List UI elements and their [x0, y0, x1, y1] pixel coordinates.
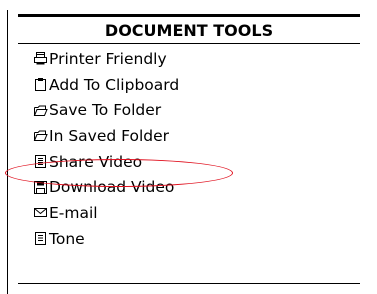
menu-item-label: Save To Folder: [49, 101, 162, 120]
menu-item-share-video[interactable]: Share Video: [33, 149, 179, 175]
panel-left-border: [7, 10, 8, 294]
panel-bottom-rule: [18, 283, 360, 284]
document-lines-icon: [33, 231, 48, 246]
menu-item-label: Printer Friendly: [49, 49, 167, 68]
menu-item-label: Share Video: [49, 152, 143, 171]
header-divider: [18, 43, 360, 44]
menu-item-printer-friendly[interactable]: Printer Friendly: [33, 46, 179, 72]
document-icon: [33, 154, 48, 169]
menu-item-save-to-folder[interactable]: Save To Folder: [33, 97, 179, 123]
printer-icon: [33, 51, 48, 66]
panel-top-rule: [18, 14, 360, 17]
menu-item-label: In Saved Folder: [49, 126, 170, 145]
folder-icon: [33, 103, 48, 118]
envelope-icon: [33, 205, 48, 220]
folder-icon: [33, 128, 48, 143]
menu-item-label: Add To Clipboard: [49, 75, 180, 94]
menu-item-add-to-clipboard[interactable]: Add To Clipboard: [33, 72, 179, 98]
menu-item-download-video[interactable]: Download Video: [33, 174, 179, 200]
menu-item-in-saved-folder[interactable]: In Saved Folder: [33, 123, 179, 149]
save-disk-icon: [33, 180, 48, 195]
menu-item-label: Download Video: [49, 178, 175, 197]
document-tools-menu: Printer Friendly Add To Clipboard Save T…: [33, 46, 179, 252]
panel-title: DOCUMENT TOOLS: [104, 21, 274, 40]
menu-item-label: E-mail: [49, 203, 98, 222]
menu-item-email[interactable]: E-mail: [33, 200, 179, 226]
menu-item-tone[interactable]: Tone: [33, 226, 179, 252]
clipboard-icon: [33, 77, 48, 92]
menu-item-label: Tone: [49, 229, 85, 248]
